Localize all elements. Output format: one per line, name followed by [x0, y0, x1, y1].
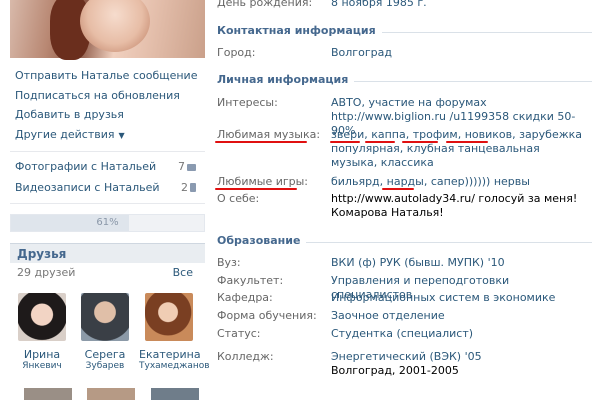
friends-subheader: 29 друзей Все [17, 266, 193, 279]
annotation-underline [365, 141, 395, 143]
profile-actions: Отправить Наталье сообщение Подписаться … [15, 69, 197, 147]
city-label: Город: [217, 46, 256, 59]
avatar[interactable] [151, 388, 199, 400]
university-value[interactable]: ВКИ (ф) РУК (бывш. МУПК) '10 [331, 256, 586, 270]
photos-with-link[interactable]: Фотографии с Натальей 7 [15, 160, 196, 176]
friends-title[interactable]: Друзья [17, 247, 66, 261]
birthday-label: День рождения: [217, 0, 313, 9]
annotation-underline [446, 141, 488, 143]
other-actions-link[interactable]: Другие действия ▼ [15, 128, 197, 148]
videos-with-link[interactable]: Видеозаписи с Натальей 2 [15, 181, 196, 197]
left-column: Отправить Наталье сообщение Подписаться … [0, 0, 210, 400]
education-section-title: Образование [217, 234, 307, 247]
college-detail: Волгоград, 2001-2005 [331, 364, 459, 377]
avatar[interactable] [87, 388, 135, 400]
friend-first-name[interactable]: Екатерина [139, 348, 201, 361]
annotation-underline [402, 141, 438, 143]
friend-card[interactable]: Ирина Янкевич [12, 293, 72, 372]
about-value: http://www.autolady34.ru/ голосуй за мен… [331, 192, 578, 219]
about-label: О себе: [217, 192, 260, 205]
interests-label: Интересы: [217, 96, 278, 109]
friend-card[interactable]: Екатерина Тухамеджанов [139, 293, 210, 372]
friend-last-name[interactable]: Тухамеджанов [139, 361, 210, 372]
annotation-underline [215, 141, 307, 143]
contact-section-title: Контактная информация [217, 24, 382, 37]
completeness-text: 61% [96, 217, 119, 228]
contact-section-header: Контактная информация [217, 24, 592, 38]
college-value[interactable]: Энергетический (ВЭК) '05 [331, 350, 482, 363]
avatar[interactable] [81, 293, 129, 341]
annotation-underline [215, 188, 297, 190]
music-label: Любимая музыка: [217, 128, 321, 141]
college-value-block: Энергетический (ВЭК) '05 Волгоград, 2001… [331, 350, 586, 378]
add-friend-link[interactable]: Добавить в друзья [15, 108, 197, 128]
avatar[interactable] [18, 293, 66, 341]
university-label: Вуз: [217, 256, 241, 269]
profile-info: День рождения: 8 ноября 1985 г. Контактн… [205, 0, 600, 400]
avatar[interactable] [24, 388, 72, 400]
personal-section-title: Личная информация [217, 73, 355, 86]
annotation-underline [330, 141, 360, 143]
videos-count: 2 [181, 181, 188, 194]
chair-value[interactable]: Информационных систем в экономике [331, 291, 586, 305]
send-message-link[interactable]: Отправить Наталье сообщение [15, 69, 197, 89]
personal-section-header: Личная информация [217, 73, 592, 87]
education-section-header: Образование [217, 234, 592, 248]
subscribe-link[interactable]: Подписаться на обновления [15, 89, 197, 109]
friends-header[interactable]: Друзья [10, 243, 205, 263]
form-value[interactable]: Заочное отделение [331, 309, 586, 323]
chevron-down-icon[interactable]: ▼ [119, 131, 125, 140]
photos-count: 7 [178, 160, 185, 173]
games-value[interactable]: бильярд, нарды, сапер)))))) нервы [331, 175, 586, 189]
annotation-underline [382, 188, 414, 190]
profile-photo[interactable] [10, 0, 205, 60]
status-value[interactable]: Студентка (специалист) [331, 327, 586, 341]
subscribe-label[interactable]: Подписаться на обновления [15, 89, 180, 102]
friend-first-name[interactable]: Ирина [12, 348, 72, 361]
send-message-label[interactable]: Отправить Наталье сообщение [15, 69, 197, 82]
chair-label: Кафедра: [217, 291, 273, 304]
music-value[interactable]: звери, каппа, трофим, новиков, зарубежка… [331, 128, 586, 170]
divider [10, 203, 205, 204]
camera-icon [187, 164, 196, 171]
birthday-value[interactable]: 8 ноября 1985 г. [331, 0, 586, 10]
video-icon [190, 183, 196, 192]
college-label: Колледж: [217, 350, 274, 363]
divider [10, 151, 205, 152]
other-actions-label[interactable]: Другие действия [15, 128, 115, 141]
friend-last-name[interactable]: Янкевич [12, 361, 72, 372]
profile-completeness-bar[interactable]: 61% [10, 214, 205, 232]
form-label: Форма обучения: [217, 309, 317, 322]
photo-face [80, 0, 150, 52]
city-value[interactable]: Волгоград [331, 46, 586, 60]
friend-first-name[interactable]: Серега [75, 348, 135, 361]
add-friend-label[interactable]: Добавить в друзья [15, 108, 124, 121]
games-label: Любимые игры: [217, 175, 309, 188]
friend-card[interactable]: Серега Зубарев [75, 293, 135, 372]
photos-with-label[interactable]: Фотографии с Натальей [15, 160, 156, 173]
friend-last-name[interactable]: Зубарев [75, 361, 135, 372]
friends-all-link[interactable]: Все [173, 266, 193, 279]
avatar[interactable] [145, 293, 193, 341]
status-label: Статус: [217, 327, 261, 340]
faculty-label: Факультет: [217, 274, 284, 287]
videos-with-label[interactable]: Видеозаписи с Натальей [15, 181, 160, 194]
friends-count: 29 друзей [17, 266, 76, 279]
